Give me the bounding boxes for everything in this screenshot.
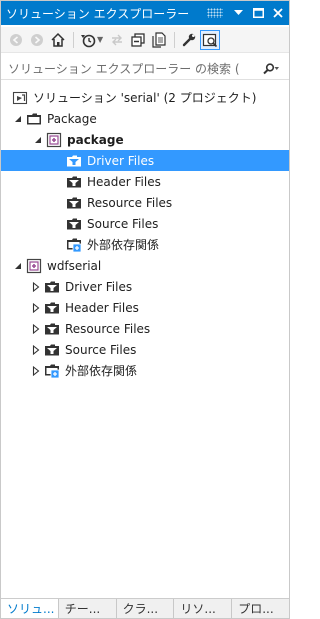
driver-project-icon: [45, 132, 63, 148]
tree-item-label: Header Files: [87, 174, 161, 189]
filter-folder-icon: [43, 279, 61, 295]
tree-item-label: Source Files: [65, 342, 137, 357]
external-dependencies-icon: [65, 237, 83, 253]
collapsed-arrow-icon[interactable]: [29, 343, 43, 357]
tab-solution-explorer[interactable]: ソリュ...: [1, 599, 59, 618]
tree-item-resource-files[interactable]: Resource Files: [1, 318, 289, 339]
tree-item-header-files[interactable]: Header Files: [1, 171, 289, 192]
tree-item-driver-files[interactable]: Driver Files: [1, 150, 289, 171]
folder-icon: [25, 111, 43, 127]
filter-folder-icon: [65, 153, 83, 169]
history-dropdown-icon[interactable]: ▼: [97, 35, 103, 44]
collapsed-arrow-icon[interactable]: [29, 280, 43, 294]
properties-wrench-icon[interactable]: [179, 30, 199, 50]
collapsed-arrow-icon[interactable]: [29, 301, 43, 315]
history-icon[interactable]: [78, 30, 98, 50]
sync-icon[interactable]: [107, 30, 127, 50]
solution-explorer-panel: ソリューション エクスプローラー ▼ ソリューション エクスプローラー の検索 …: [0, 0, 290, 619]
tree-item-label: Driver Files: [65, 279, 133, 294]
collapse-all-icon[interactable]: [128, 30, 148, 50]
close-icon[interactable]: [269, 4, 287, 22]
solution-icon: [11, 90, 29, 106]
search-box[interactable]: [1, 58, 289, 80]
driver-project-icon: [25, 258, 43, 274]
expanded-arrow-icon[interactable]: [31, 133, 45, 147]
tree-item-label: Resource Files: [65, 321, 151, 336]
toolbar: ▼: [1, 27, 289, 53]
tree-package-folder-node[interactable]: Package: [1, 108, 289, 129]
tab-team-explorer[interactable]: チー...: [59, 599, 117, 618]
expanded-arrow-icon[interactable]: [11, 259, 25, 273]
expanded-arrow-icon[interactable]: [11, 112, 25, 126]
bottom-tab-strip: ソリュ... チー... クラ... リソ... プロ...: [1, 598, 289, 618]
home-icon[interactable]: [48, 30, 68, 50]
tree-solution-label: ソリューション 'serial' (2 プロジェクト): [33, 91, 257, 105]
tab-properties[interactable]: プロ...: [232, 599, 289, 618]
tree-item-external-dependencies[interactable]: 外部依存関係: [1, 360, 289, 381]
tree-wdfserial-project-node[interactable]: wdfserial: [1, 255, 289, 276]
title-bar[interactable]: ソリューション エクスプローラー: [1, 1, 289, 25]
external-dependencies-icon: [43, 363, 61, 379]
search-icon[interactable]: [254, 62, 280, 75]
filter-folder-icon: [43, 342, 61, 358]
dropdown-arrow-icon[interactable]: [229, 4, 247, 22]
tree-item-resource-files[interactable]: Resource Files: [1, 192, 289, 213]
toolbar-separator: [174, 31, 176, 48]
tab-class-view[interactable]: クラ...: [117, 599, 175, 618]
tree-item-driver-files[interactable]: Driver Files: [1, 276, 289, 297]
tree-item-source-files[interactable]: Source Files: [1, 213, 289, 234]
solution-tree: ソリューション 'serial' (2 プロジェクト) Package pack…: [1, 87, 289, 381]
tree-item-header-files[interactable]: Header Files: [1, 297, 289, 318]
collapsed-arrow-icon[interactable]: [29, 322, 43, 336]
filter-folder-icon: [65, 174, 83, 190]
tree-item-label: Driver Files: [87, 153, 155, 168]
filter-folder-icon: [65, 195, 83, 211]
window-title: ソリューション エクスプローラー: [6, 6, 190, 21]
tab-resource-view[interactable]: リソ...: [174, 599, 233, 618]
tree-item-source-files[interactable]: Source Files: [1, 339, 289, 360]
tree-package-project-node[interactable]: package: [1, 129, 289, 150]
tree-item-label: 外部依存関係: [87, 238, 160, 252]
filter-folder-icon: [43, 321, 61, 337]
search-input[interactable]: [8, 61, 254, 76]
collapsed-arrow-icon[interactable]: [29, 364, 43, 378]
tree-item-label: Source Files: [87, 216, 159, 231]
tree-item-label: Resource Files: [87, 195, 173, 210]
tree-package-folder-label: Package: [47, 111, 97, 126]
tree-solution-node[interactable]: ソリューション 'serial' (2 プロジェクト): [1, 87, 289, 108]
maximize-icon[interactable]: [249, 4, 267, 22]
filter-folder-icon: [43, 300, 61, 316]
filter-folder-icon: [65, 216, 83, 232]
toolbar-separator: [73, 31, 74, 48]
tree-item-external-dependencies[interactable]: 外部依存関係: [1, 234, 289, 255]
tree-package-project-label: package: [67, 132, 124, 147]
tree-wdfserial-label: wdfserial: [47, 258, 102, 273]
preview-icon[interactable]: [200, 29, 221, 50]
drag-grip[interactable]: [207, 8, 223, 18]
back-icon[interactable]: [6, 30, 26, 50]
show-all-files-icon[interactable]: [149, 30, 169, 50]
forward-icon[interactable]: [27, 30, 47, 50]
tree-item-label: 外部依存関係: [65, 364, 138, 378]
tree-item-label: Header Files: [65, 300, 139, 315]
